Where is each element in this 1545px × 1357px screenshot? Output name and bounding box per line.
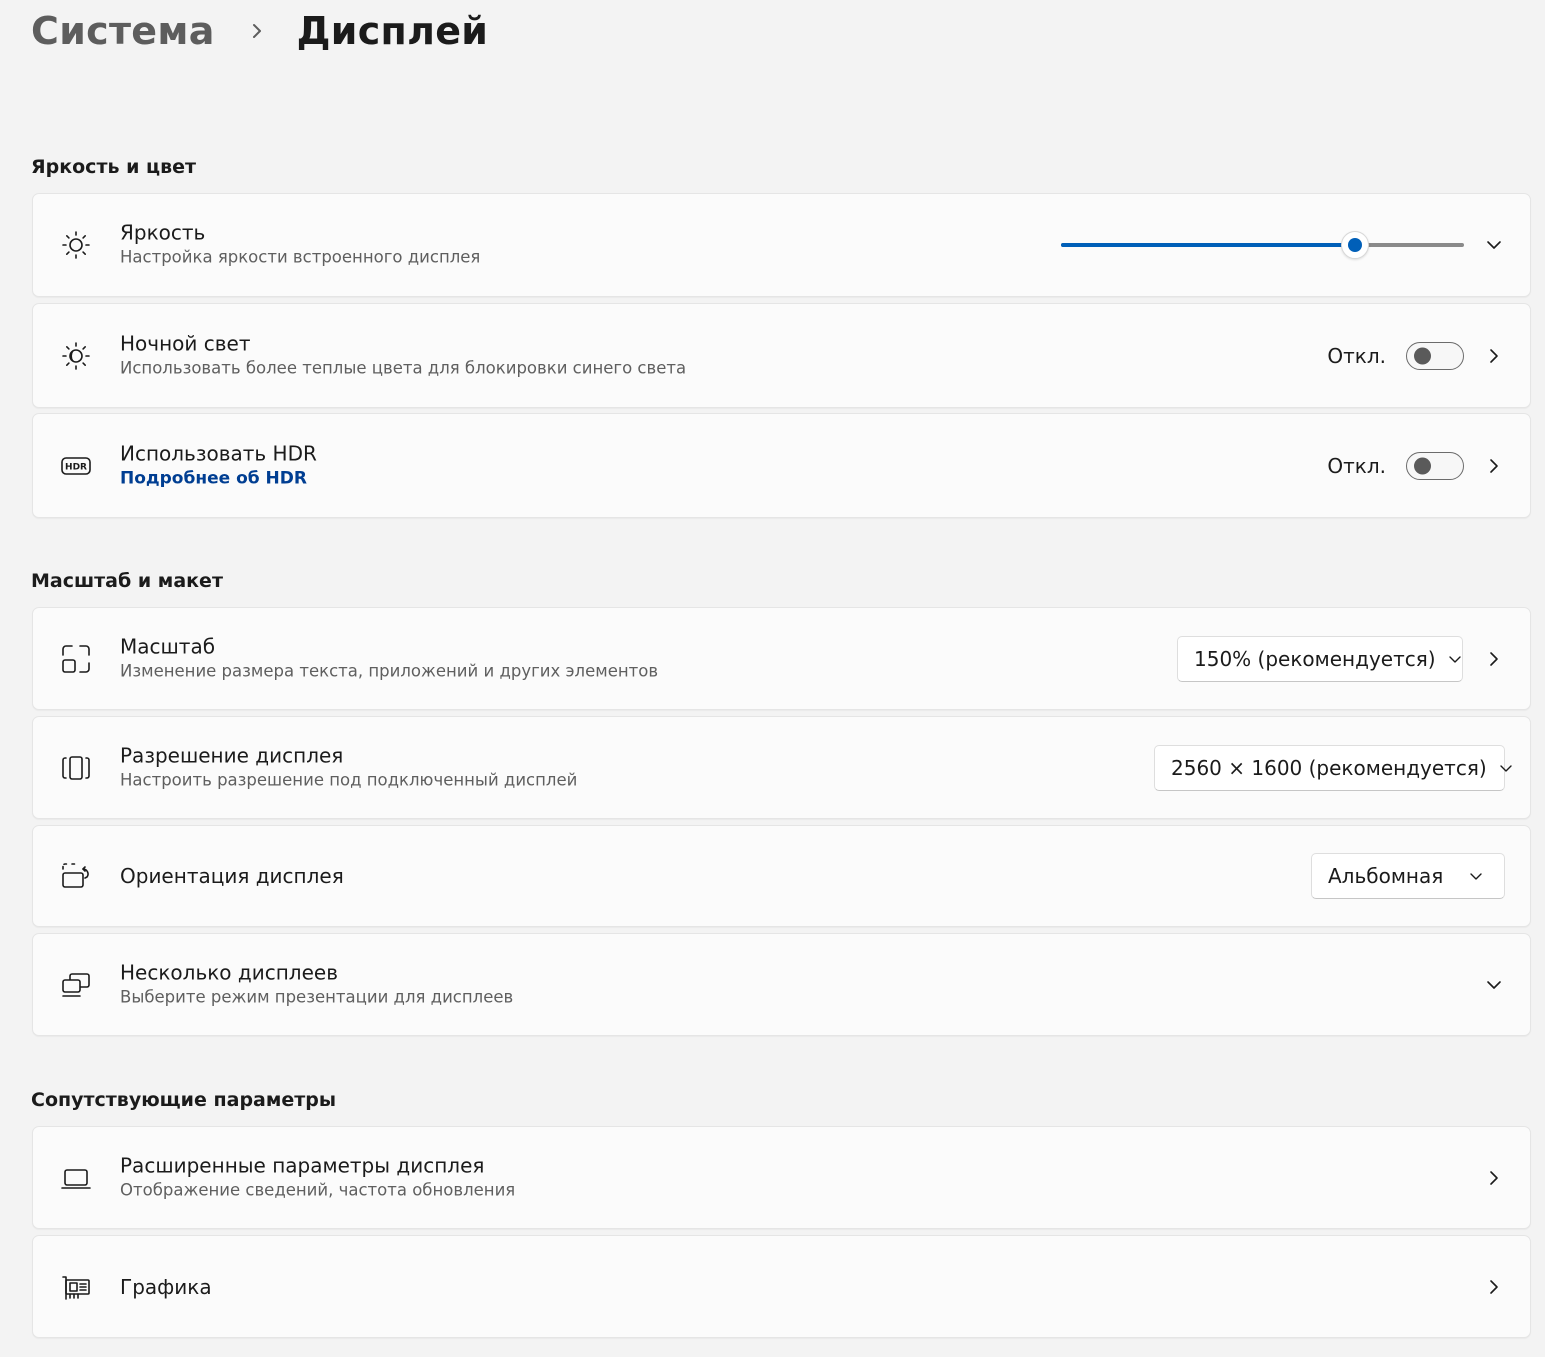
night-light-state-label: Откл.: [1327, 343, 1386, 368]
slider-thumb[interactable]: [1341, 231, 1370, 259]
orientation-title: Ориентация дисплея: [120, 864, 344, 888]
breadcrumb-parent[interactable]: Система: [31, 9, 215, 53]
resolution-subtitle: Настроить разрешение под подключенный ди…: [120, 770, 578, 789]
graphics-card-icon: [60, 1271, 92, 1303]
toggle-knob: [1414, 457, 1431, 474]
hdr-state-label: Откл.: [1327, 453, 1386, 478]
scale-subtitle: Изменение размера текста, приложений и д…: [120, 661, 659, 680]
resolution-title: Разрешение дисплея: [120, 743, 344, 767]
chevron-right-icon[interactable]: [1482, 1275, 1506, 1299]
night-light-icon: [60, 340, 92, 372]
chevron-right-icon[interactable]: [1482, 1166, 1506, 1190]
resolution-card[interactable]: Разрешение дисплея Настроить разрешение …: [32, 716, 1531, 819]
multiple-displays-subtitle: Выберите режим презентации для дисплеев: [120, 987, 514, 1006]
slider-fill: [1061, 243, 1356, 247]
brightness-card[interactable]: Яркость Настройка яркости встроенного ди…: [32, 193, 1531, 297]
orientation-dropdown[interactable]: Альбомная: [1311, 853, 1505, 899]
svg-text:HDR: HDR: [65, 462, 87, 472]
chevron-right-icon[interactable]: [1482, 647, 1506, 671]
resolution-icon: [60, 752, 92, 784]
graphics-card[interactable]: Графика: [32, 1235, 1531, 1338]
brightness-subtitle: Настройка яркости встроенного дисплея: [120, 247, 481, 267]
scale-card[interactable]: Масштаб Изменение размера текста, прилож…: [32, 607, 1531, 710]
resolution-dropdown-value: 2560 × 1600 (рекомендуется): [1171, 755, 1487, 780]
hdr-card[interactable]: HDR Использовать HDR Подробнее об HDR От…: [32, 413, 1531, 518]
chevron-right-icon[interactable]: [1482, 344, 1506, 368]
brightness-slider[interactable]: [1061, 231, 1464, 259]
night-light-card[interactable]: Ночной свет Использовать более теплые цв…: [32, 303, 1531, 408]
graphics-title: Графика: [120, 1274, 212, 1299]
advanced-display-subtitle: Отображение сведений, частота обновления: [120, 1180, 516, 1199]
multiple-displays-icon: [60, 969, 92, 1001]
scale-title: Масштаб: [120, 634, 216, 658]
multiple-displays-card[interactable]: Несколько дисплеев Выберите режим презен…: [32, 933, 1531, 1036]
night-light-title: Ночной свет: [120, 331, 251, 355]
scale-icon: [60, 643, 92, 675]
advanced-display-card[interactable]: Расширенные параметры дисплея Отображени…: [32, 1126, 1531, 1229]
laptop-icon: [60, 1162, 92, 1194]
section-title-brightness-color: Яркость и цвет: [31, 156, 197, 178]
chevron-right-icon[interactable]: [1482, 454, 1506, 478]
section-title-scale-layout: Масштаб и макет: [31, 570, 223, 592]
hdr-icon: HDR: [60, 450, 92, 482]
hdr-title: Использовать HDR: [120, 441, 317, 465]
breadcrumb-chevron-icon: [233, 4, 281, 58]
brightness-title: Яркость: [120, 220, 206, 245]
orientation-dropdown-value: Альбомная: [1328, 864, 1444, 888]
scale-dropdown-value: 150% (рекомендуется): [1194, 646, 1436, 671]
hdr-learn-more-link[interactable]: Подробнее об HDR: [120, 466, 317, 490]
multiple-displays-title: Несколько дисплеев: [120, 960, 338, 984]
chevron-down-icon: [1467, 867, 1485, 885]
scale-dropdown[interactable]: 150% (рекомендуется): [1177, 635, 1463, 682]
toggle-knob: [1414, 347, 1431, 364]
orientation-icon: [60, 860, 92, 892]
breadcrumb: Система Дисплей: [31, 4, 488, 58]
chevron-down-icon[interactable]: [1482, 233, 1506, 257]
page-title: Дисплей: [296, 9, 489, 53]
hdr-toggle[interactable]: [1406, 451, 1464, 480]
chevron-down-icon: [1499, 759, 1513, 777]
chevron-down-icon[interactable]: [1482, 973, 1506, 997]
night-light-toggle[interactable]: [1406, 341, 1464, 370]
orientation-card[interactable]: Ориентация дисплея Альбомная: [32, 825, 1531, 927]
section-title-related: Сопутствующие параметры: [31, 1089, 337, 1111]
resolution-dropdown[interactable]: 2560 × 1600 (рекомендуется): [1154, 744, 1512, 791]
chevron-down-icon: [1448, 650, 1462, 668]
night-light-subtitle: Использовать более теплые цвета для блок…: [120, 358, 687, 377]
advanced-display-title: Расширенные параметры дисплея: [120, 1153, 485, 1177]
sun-icon: [60, 229, 92, 261]
